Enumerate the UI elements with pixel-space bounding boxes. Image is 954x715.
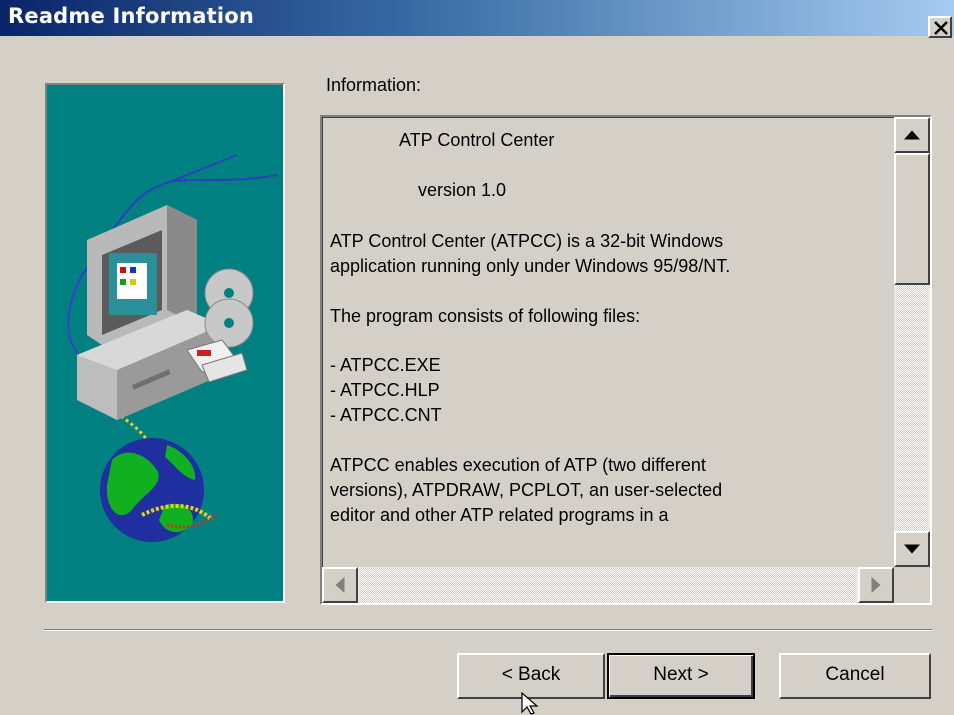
text-line: editor and other ATP related programs in…: [330, 505, 669, 525]
scroll-down-button[interactable]: [894, 531, 930, 567]
window-title: Readme Information: [8, 4, 255, 28]
text-line: version 1.0: [418, 180, 507, 200]
text-line: ATPCC enables execution of ATP (two diff…: [330, 455, 706, 475]
scroll-right-button[interactable]: [858, 567, 894, 603]
close-button[interactable]: [928, 16, 952, 38]
setup-illustration: [45, 83, 285, 603]
scroll-right-arrow-icon: [871, 577, 881, 593]
text-line: application running only under Windows 9…: [330, 256, 731, 276]
text-line: versions), ATPDRAW, PCPLOT, an user-sele…: [330, 480, 723, 500]
text-line: The program consists of following files:: [330, 306, 641, 326]
readme-text-content: ATP Control Center version 1.0 ATP Contr…: [322, 117, 894, 567]
close-icon: [934, 21, 948, 35]
next-button[interactable]: Next >: [607, 653, 755, 699]
mouse-pointer-icon: [521, 692, 539, 715]
vertical-scrollbar[interactable]: [894, 117, 930, 567]
vertical-scroll-thumb[interactable]: [894, 153, 930, 285]
scroll-left-arrow-icon: [335, 577, 345, 593]
scroll-left-button[interactable]: [322, 567, 358, 603]
text-line: ATP Control Center: [399, 130, 555, 150]
cancel-button[interactable]: Cancel: [779, 653, 931, 699]
scroll-up-button[interactable]: [894, 117, 930, 153]
title-bar: Readme Information: [0, 0, 954, 36]
text-line: - ATPCC.CNT: [330, 405, 442, 425]
horizontal-scrollbar[interactable]: [322, 567, 894, 603]
text-line: - ATPCC.EXE: [330, 355, 441, 375]
text-line: - ATPCC.HLP: [330, 380, 440, 400]
separator-line: [44, 629, 932, 631]
readme-text-area[interactable]: ATP Control Center version 1.0 ATP Contr…: [320, 115, 932, 605]
scroll-up-arrow-icon: [904, 130, 920, 140]
scrollbar-corner: [894, 567, 930, 603]
text-line: ATP Control Center (ATPCC) is a 32-bit W…: [330, 231, 724, 251]
scroll-down-arrow-icon: [904, 544, 920, 554]
information-label: Information:: [326, 75, 422, 95]
